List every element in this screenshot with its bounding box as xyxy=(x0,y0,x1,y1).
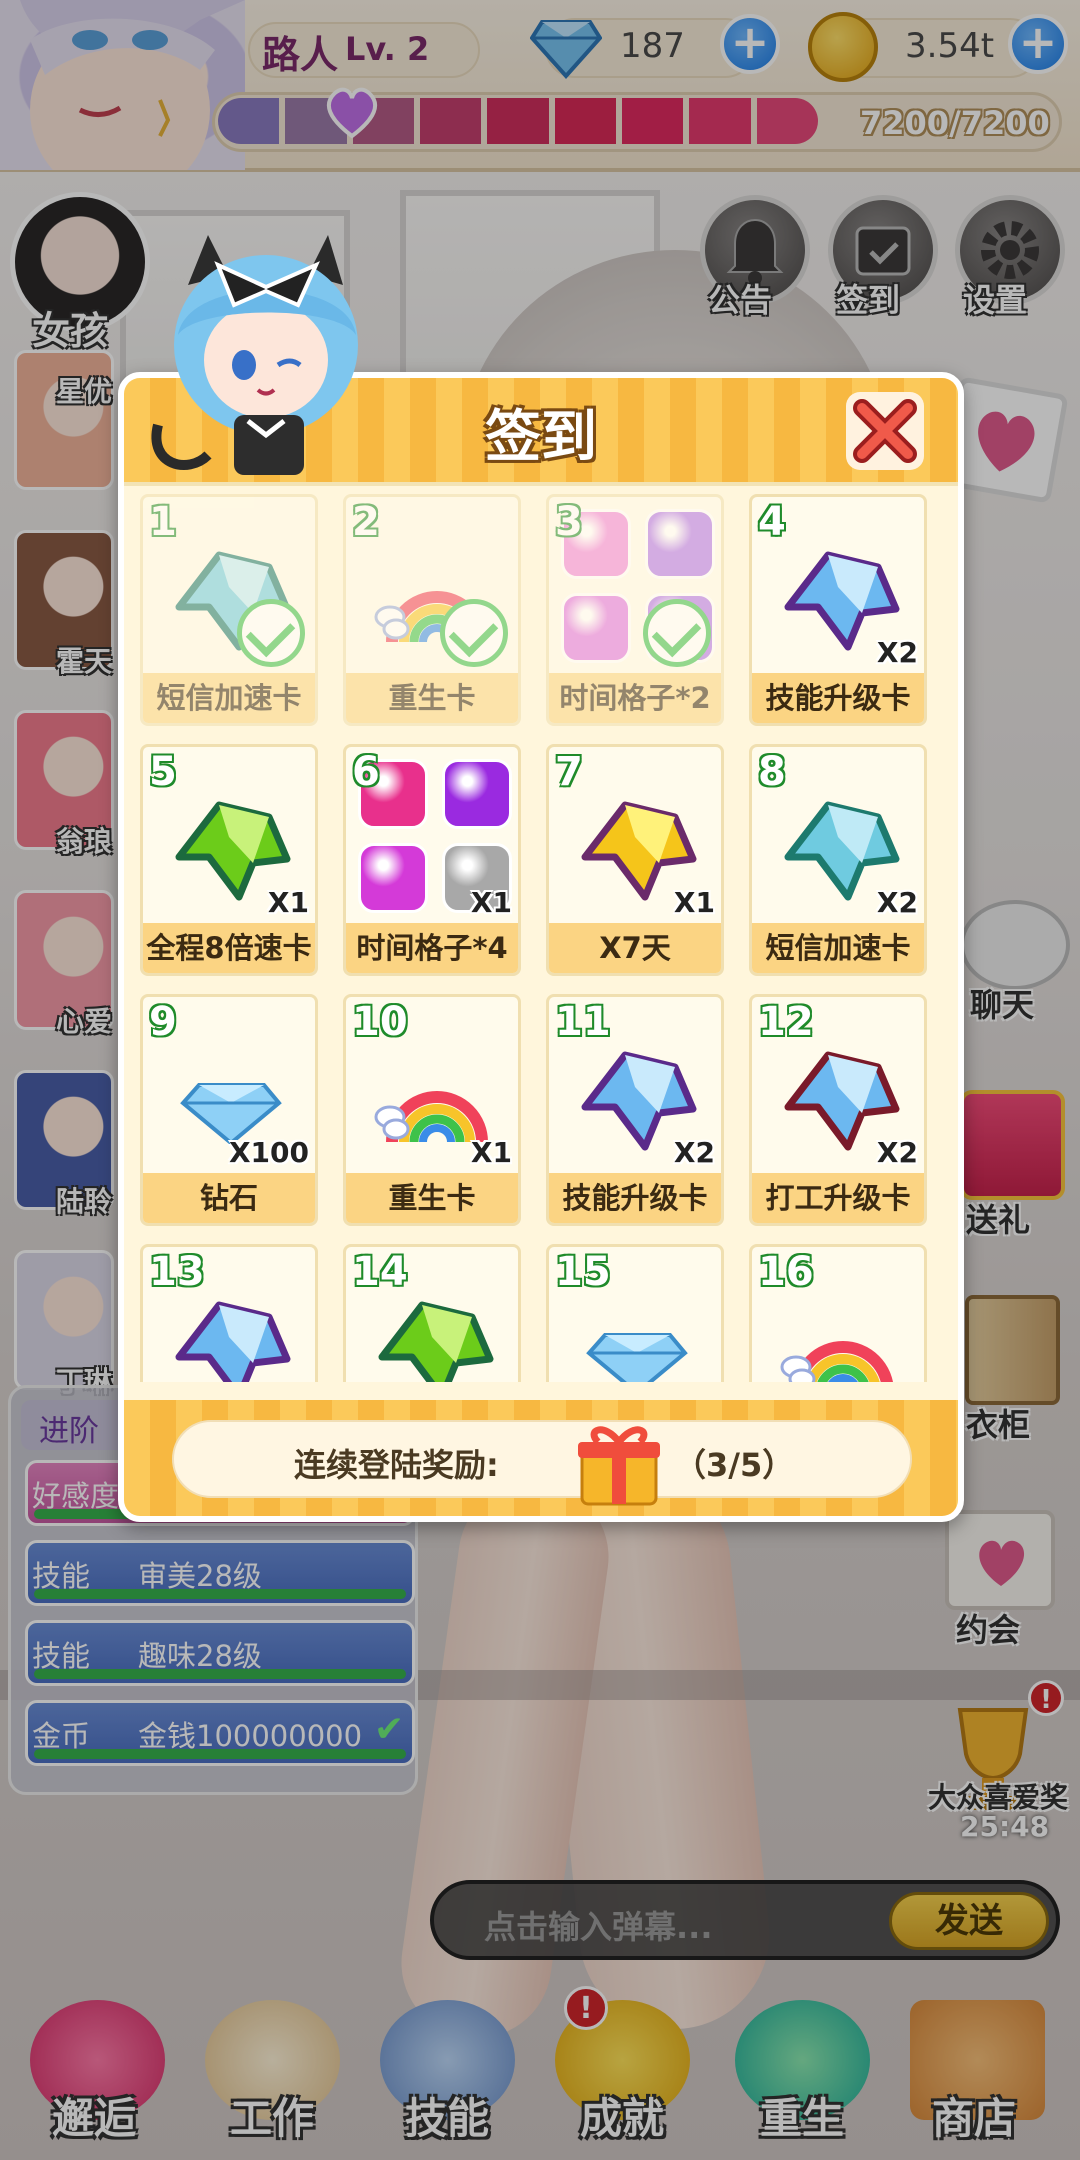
checkin-dialog: 签到 1 短信加速卡 2 重生卡 3 时间格子*2 4 X2 技能升级卡 5 X1 全程8倍速卡 6 X1… xyxy=(118,372,964,1522)
reward-label: 重生卡 xyxy=(346,1173,518,1223)
rainbow-icon xyxy=(780,1341,893,1382)
close-button[interactable] xyxy=(846,392,924,470)
gem-purple-icon xyxy=(175,1301,291,1382)
reward-label: 时间格子*4 xyxy=(346,923,518,973)
reward-cell-day-2[interactable]: 2 重生卡 xyxy=(343,494,521,726)
reward-label: 重生卡 xyxy=(346,673,518,723)
time-slot-icon xyxy=(358,843,428,913)
reward-cell-day-6[interactable]: 6 X1 时间格子*4 xyxy=(343,744,521,976)
claimed-check-icon xyxy=(643,599,711,667)
reward-count: X100 xyxy=(228,1136,309,1169)
gem-green-icon xyxy=(378,1301,494,1382)
reward-label: 技能升级卡 xyxy=(752,673,924,723)
reward-cell-day-9[interactable]: 9 X100 钻石 xyxy=(140,994,318,1226)
time-slot-icon xyxy=(442,759,512,829)
claimed-check-icon xyxy=(440,599,508,667)
reward-cell-day-16[interactable]: 16 xyxy=(749,1244,927,1382)
mascot-character xyxy=(148,225,378,485)
day-number: 1 xyxy=(149,499,177,545)
reward-label: 短信加速卡 xyxy=(752,923,924,973)
reward-grid: 1 短信加速卡 2 重生卡 3 时间格子*2 4 X2 技能升级卡 5 X1 全程8倍速卡 6 X1 时间格… xyxy=(130,494,952,1382)
day-number: 6 xyxy=(352,749,380,795)
reward-count: X2 xyxy=(876,886,918,919)
dialog-footer: 连续登陆奖励: （3/5） xyxy=(124,1400,958,1516)
reward-label: 短信加速卡 xyxy=(143,673,315,723)
day-number: 2 xyxy=(352,499,380,545)
reward-cell-day-4[interactable]: 4 X2 技能升级卡 xyxy=(749,494,927,726)
reward-count: X1 xyxy=(267,886,309,919)
diamond-icon xyxy=(586,1333,688,1382)
day-number: 13 xyxy=(149,1249,205,1295)
day-number: 5 xyxy=(149,749,177,795)
time-slot-icon xyxy=(645,509,715,579)
reward-count: X1 xyxy=(673,886,715,919)
day-number: 4 xyxy=(758,499,786,545)
reward-cell-day-5[interactable]: 5 X1 全程8倍速卡 xyxy=(140,744,318,976)
day-number: 14 xyxy=(352,1249,408,1295)
day-number: 15 xyxy=(555,1249,611,1295)
day-number: 10 xyxy=(352,999,408,1045)
reward-cell-day-14[interactable]: 14 xyxy=(343,1244,521,1382)
reward-label: 钻石 xyxy=(143,1173,315,1223)
reward-cell-day-13[interactable]: 13 xyxy=(140,1244,318,1382)
reward-cell-day-3[interactable]: 3 时间格子*2 xyxy=(546,494,724,726)
reward-cell-day-8[interactable]: 8 X2 短信加速卡 xyxy=(749,744,927,976)
day-number: 9 xyxy=(149,999,177,1045)
claimed-check-icon xyxy=(237,599,305,667)
reward-count: X1 xyxy=(470,886,512,919)
reward-cell-day-12[interactable]: 12 X2 打工升级卡 xyxy=(749,994,927,1226)
reward-count: X2 xyxy=(876,1136,918,1169)
reward-cell-day-11[interactable]: 11 X2 技能升级卡 xyxy=(546,994,724,1226)
reward-cell-day-10[interactable]: 10 X1 重生卡 xyxy=(343,994,521,1226)
reward-label: 全程8倍速卡 xyxy=(143,923,315,973)
reward-cell-day-15[interactable]: 15 xyxy=(546,1244,724,1382)
streak-label: 连续登陆奖励: xyxy=(294,1446,499,1484)
reward-count: X2 xyxy=(876,636,918,669)
reward-cell-day-7[interactable]: 7 X1 X7天 xyxy=(546,744,724,976)
gift-box-icon[interactable] xyxy=(574,1416,664,1508)
day-number: 3 xyxy=(555,499,583,545)
reward-count: X2 xyxy=(673,1136,715,1169)
close-icon xyxy=(853,399,917,463)
reward-label: X7天 xyxy=(549,923,721,973)
reward-cell-day-1[interactable]: 1 短信加速卡 xyxy=(140,494,318,726)
streak-reward-bar[interactable]: 连续登陆奖励: （3/5） xyxy=(172,1420,912,1506)
day-number: 16 xyxy=(758,1249,814,1295)
day-number: 12 xyxy=(758,999,814,1045)
time-slot-icon xyxy=(561,593,631,663)
reward-count: X1 xyxy=(470,1136,512,1169)
reward-label: 打工升级卡 xyxy=(752,1173,924,1223)
day-number: 11 xyxy=(555,999,611,1045)
reward-label: 技能升级卡 xyxy=(549,1173,721,1223)
reward-label: 时间格子*2 xyxy=(549,673,721,723)
streak-progress: （3/5） xyxy=(674,1446,795,1484)
day-number: 7 xyxy=(555,749,583,795)
day-number: 8 xyxy=(758,749,786,795)
